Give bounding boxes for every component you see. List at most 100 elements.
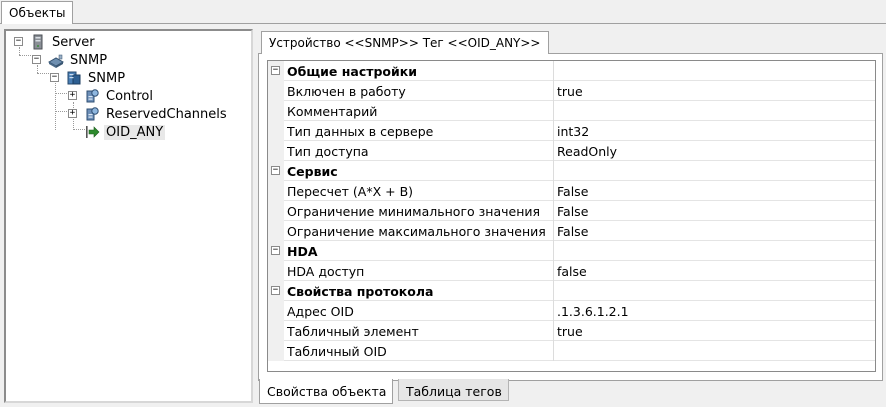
property-row[interactable]: Пересчет (A*X + B) False xyxy=(268,181,875,201)
collapse-toggle[interactable]: − xyxy=(271,166,280,175)
column-divider xyxy=(553,321,554,341)
network-device-icon xyxy=(47,52,65,68)
expand-toggle[interactable]: + xyxy=(68,109,77,118)
row-gutter xyxy=(268,81,284,101)
tree-item-reservedchannels[interactable]: ReservedChannels xyxy=(84,105,229,123)
row-gutter: − xyxy=(268,281,284,301)
property-category-row[interactable]: − Сервис xyxy=(268,161,875,181)
column-divider xyxy=(553,141,554,161)
collapse-toggle[interactable]: − xyxy=(32,55,41,64)
property-category-row[interactable]: − Общие настройки xyxy=(268,61,875,81)
property-row[interactable]: Комментарий xyxy=(268,101,875,121)
column-divider xyxy=(553,161,554,181)
tab-objects[interactable]: Объекты xyxy=(1,1,74,25)
device-blue-icon xyxy=(66,70,82,86)
tree-connector xyxy=(19,55,31,56)
property-row[interactable]: HDA доступ false xyxy=(268,261,875,281)
property-row[interactable]: Тип доступа ReadOnly xyxy=(268,141,875,161)
category-label: Свойства протокола xyxy=(287,284,434,299)
row-gutter: − xyxy=(268,241,284,261)
device-tag-icon xyxy=(84,88,100,104)
tree-item-oid-any[interactable]: OID_ANY xyxy=(84,123,166,141)
property-row[interactable]: Адрес OID .1.3.6.1.2.1 xyxy=(268,301,875,321)
row-gutter: − xyxy=(268,161,284,181)
collapse-toggle[interactable]: − xyxy=(271,66,280,75)
property-name: Адрес OID xyxy=(287,304,354,319)
expand-toggle[interactable]: + xyxy=(68,91,77,100)
tree-item-snmp-network[interactable]: SNMP xyxy=(47,51,109,69)
property-row[interactable]: Табличный OID xyxy=(268,341,875,361)
category-label: Сервис xyxy=(287,164,338,179)
row-gutter xyxy=(268,221,284,241)
property-name: HDA доступ xyxy=(287,264,365,279)
property-category-row[interactable]: − HDA xyxy=(268,241,875,261)
row-gutter: − xyxy=(268,61,284,81)
row-gutter xyxy=(268,301,284,321)
property-name: Пересчет (A*X + B) xyxy=(287,184,414,199)
collapse-toggle[interactable]: − xyxy=(271,246,280,255)
objects-tabbar: Объекты xyxy=(0,0,886,25)
tab-object-properties[interactable]: Свойства объекта xyxy=(259,379,394,404)
tree-item-label: Control xyxy=(106,88,153,104)
column-divider xyxy=(553,241,554,261)
collapse-toggle[interactable]: − xyxy=(50,73,59,82)
category-label: Общие настройки xyxy=(287,64,418,79)
tree-connector xyxy=(55,93,69,94)
property-name: Тип данных в сервере xyxy=(287,124,434,139)
collapse-toggle[interactable]: − xyxy=(14,37,23,46)
collapse-toggle[interactable]: − xyxy=(271,286,280,295)
column-divider xyxy=(553,261,554,281)
property-row[interactable]: Тип данных в сервере int32 xyxy=(268,121,875,141)
object-tree[interactable]: − Server − SNMP − SNMP + Control + Reser… xyxy=(4,29,253,403)
category-label: HDA xyxy=(287,244,318,259)
property-value[interactable]: ReadOnly xyxy=(557,144,617,159)
device-tag-icon xyxy=(84,106,100,122)
column-divider xyxy=(553,221,554,241)
row-gutter xyxy=(268,261,284,281)
property-name: Ограничение минимального значения xyxy=(287,204,541,219)
tab-tags-table[interactable]: Таблица тегов xyxy=(398,379,509,401)
property-name: Ограничение максимального значения xyxy=(287,224,546,239)
property-row[interactable]: Ограничение максимального значения False xyxy=(268,221,875,241)
property-row[interactable]: Табличный элемент true xyxy=(268,321,875,341)
property-name: Табличный OID xyxy=(287,344,387,359)
tree-item-server[interactable]: Server xyxy=(30,33,97,51)
property-category-row[interactable]: − Свойства протокола xyxy=(268,281,875,301)
property-grid[interactable]: − Общие настройки Включен в работу true Комм… xyxy=(267,60,876,372)
column-divider xyxy=(553,281,554,301)
main-frame: − Server − SNMP − SNMP + Control + Reser… xyxy=(0,24,886,407)
property-value[interactable]: False xyxy=(557,204,588,219)
property-value[interactable]: .1.3.6.1.2.1 xyxy=(557,304,629,319)
property-value[interactable]: False xyxy=(557,184,588,199)
tree-item-snmp-device[interactable]: SNMP xyxy=(66,69,127,87)
tab-device-tag[interactable]: Устройство <<SNMP>> Тег <<OID_ANY>> xyxy=(261,31,550,54)
tree-item-control[interactable]: Control xyxy=(84,87,155,105)
property-grid-container: − Общие настройки Включен в работу true Комм… xyxy=(258,53,883,381)
property-value[interactable]: true xyxy=(557,84,583,99)
property-row[interactable]: Ограничение минимального значения False xyxy=(268,201,875,221)
property-value[interactable]: False xyxy=(557,224,588,239)
bottom-tabbar: Свойства объекта Таблица тегов xyxy=(258,379,883,404)
tree-item-label: Server xyxy=(52,34,95,50)
property-row[interactable]: Включен в работу true xyxy=(268,81,875,101)
row-gutter xyxy=(268,141,284,161)
row-gutter xyxy=(268,121,284,141)
tree-item-label: ReservedChannels xyxy=(106,106,227,122)
panel-splitter[interactable] xyxy=(253,24,257,407)
property-name: Тип доступа xyxy=(287,144,369,159)
row-gutter xyxy=(268,321,284,341)
column-divider xyxy=(553,301,554,321)
properties-panel: Устройство <<SNMP>> Тег <<OID_ANY>> − Общ… xyxy=(258,27,883,381)
column-divider xyxy=(553,181,554,201)
property-name: Комментарий xyxy=(287,104,378,119)
tree-connector xyxy=(55,83,56,130)
row-gutter xyxy=(268,181,284,201)
tree-item-label: SNMP xyxy=(70,52,108,68)
property-value[interactable]: false xyxy=(557,264,587,279)
column-divider xyxy=(553,121,554,141)
property-value[interactable]: true xyxy=(557,324,583,339)
property-value[interactable]: int32 xyxy=(557,124,589,139)
property-name: Включен в работу xyxy=(287,84,406,99)
server-icon xyxy=(30,34,46,50)
row-gutter xyxy=(268,201,284,221)
